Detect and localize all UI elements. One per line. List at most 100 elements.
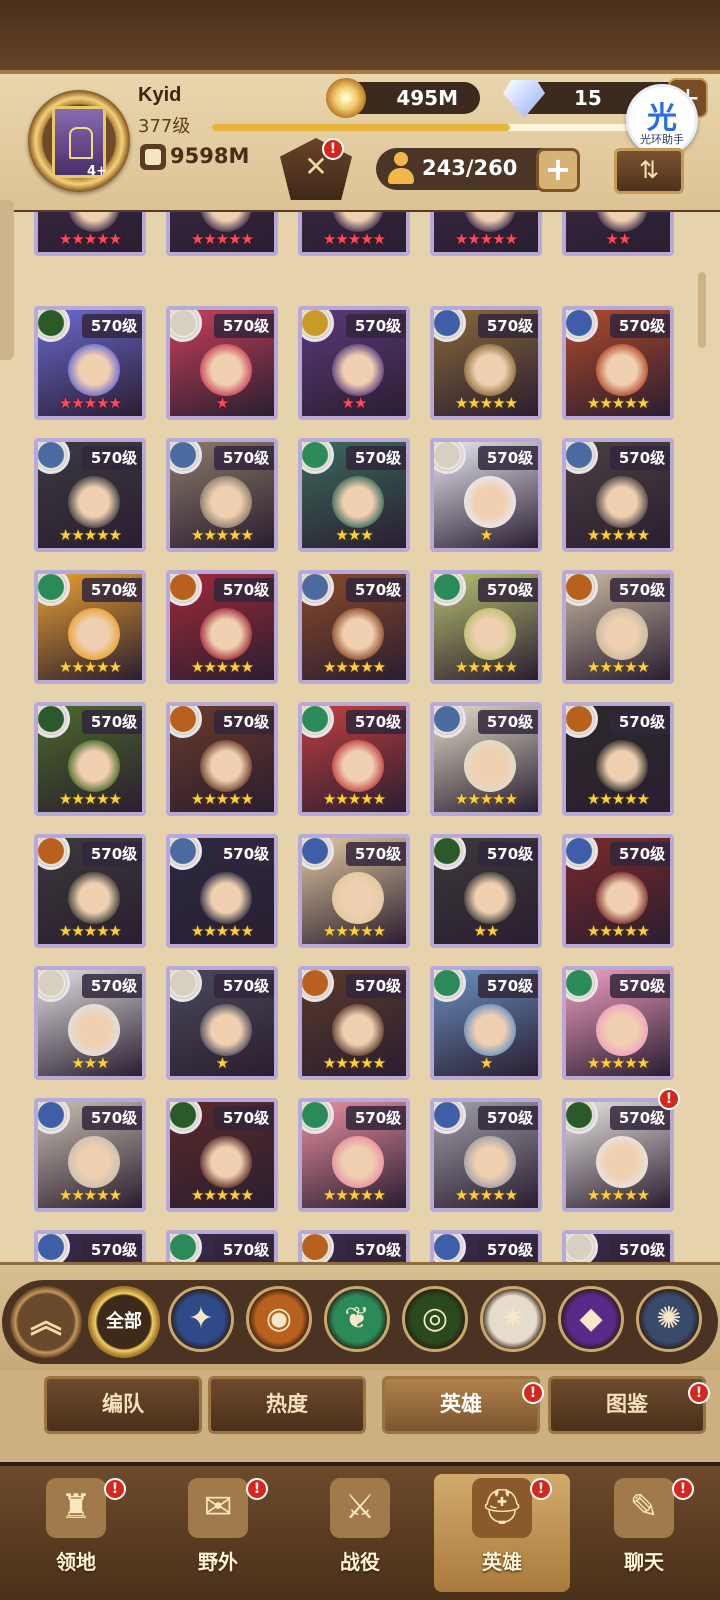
hero-card[interactable]: 570级 ★★★★★: [430, 1098, 542, 1212]
hero-stars: ★★★★★: [322, 1186, 386, 1204]
hero-card[interactable]: 570级 ★★★★★: [562, 1098, 674, 1212]
hero-level: 570级: [478, 1238, 538, 1262]
sort-button[interactable]: ⇅: [614, 148, 684, 194]
hero-level: 570级: [214, 446, 274, 470]
hero-stars: ★★★★★: [58, 394, 122, 412]
hero-stars: ★★★★★: [322, 230, 386, 248]
hero-face: [68, 344, 120, 396]
hero-card[interactable]: 570级 ★★★★★: [34, 306, 146, 420]
hero-card[interactable]: 570级 ★★★★★: [298, 966, 410, 1080]
hypogean-icon[interactable]: ◆: [558, 1286, 624, 1352]
hero-card[interactable]: 570级 ★★★★★: [430, 306, 542, 420]
hero-card[interactable]: 570级 ★★★★★: [430, 702, 542, 816]
mauler-icon[interactable]: ◉: [246, 1286, 312, 1352]
hero-level: 570级: [214, 710, 274, 734]
hero-helmet-icon: ⛑: [472, 1478, 532, 1538]
collapse-up-button[interactable]: ︽: [10, 1286, 82, 1358]
hero-card[interactable]: ★★: [562, 212, 674, 256]
hero-card[interactable]: 570级 ★★★★★: [562, 702, 674, 816]
hero-level: 570级: [82, 842, 142, 866]
subtab-1[interactable]: 热度: [208, 1376, 366, 1434]
hero-card[interactable]: 570级 ★★★★★: [166, 1098, 278, 1212]
campaign-icon: ⚔: [330, 1478, 390, 1538]
subtab-2[interactable]: 英雄: [382, 1376, 540, 1434]
hero-stars: ★★: [341, 394, 368, 412]
scrollbar-thumb[interactable]: [698, 272, 706, 348]
hero-card[interactable]: 570级 ★: [166, 966, 278, 1080]
hero-level: 570级: [346, 842, 406, 866]
hero-card[interactable]: 570级 ★★★★★: [562, 438, 674, 552]
hero-card[interactable]: ★★★★★: [34, 212, 146, 256]
hero-stars: ★★★★★: [454, 230, 518, 248]
hero-card[interactable]: 570级 ★★: [430, 834, 542, 948]
expand-capacity-button[interactable]: +: [536, 148, 580, 192]
dimensional-icon[interactable]: ✺: [636, 1286, 702, 1352]
lightbearer-star-icon[interactable]: ✦: [168, 1286, 234, 1352]
hero-level: 570级: [214, 314, 274, 338]
map-scroll-icon: ✉: [188, 1478, 248, 1538]
hero-card[interactable]: 570级 ★★★★★: [562, 570, 674, 684]
subtab-3[interactable]: 图鉴: [548, 1376, 706, 1434]
hero-level: 570级: [82, 314, 142, 338]
hero-card[interactable]: 570级 ★★★★★: [166, 438, 278, 552]
hero-card[interactable]: 570级 ★★★★★: [166, 834, 278, 948]
hero-level: 570级: [82, 578, 142, 602]
hero-card[interactable]: 570级 ★★★★★: [34, 834, 146, 948]
subtab-0[interactable]: 编队: [44, 1376, 202, 1434]
hero-level: 570级: [214, 842, 274, 866]
hero-card[interactable]: 570级 ★★★★★: [166, 702, 278, 816]
hero-stars: ★: [215, 1054, 229, 1072]
hero-face: [464, 344, 516, 396]
assistant-floating-button[interactable]: 光 光环助手: [626, 84, 698, 156]
hero-card[interactable]: ★★★★★: [166, 212, 278, 256]
hero-card[interactable]: 570级: [166, 1230, 278, 1262]
hero-level: 570级: [478, 314, 538, 338]
hero-card[interactable]: 570级 ★★★: [34, 966, 146, 1080]
hero-list[interactable]: ★★★★★ ★★★★★ ★★★★★ ★★★★★ ★★ 570级 ★★★★★ 570级 ★ 570级…: [0, 212, 720, 1262]
filter-all-button[interactable]: 全部: [88, 1286, 160, 1358]
hero-card[interactable]: 570级 ★: [430, 966, 542, 1080]
hero-card[interactable]: 570级 ★★★★★: [562, 966, 674, 1080]
hero-stars: ★★★★★: [58, 922, 122, 940]
hero-faction-icon: [170, 1234, 202, 1262]
hero-face: [68, 608, 120, 660]
hero-card[interactable]: 570级 ★★★★★: [166, 570, 278, 684]
hero-card[interactable]: 570级 ★★★★★: [34, 438, 146, 552]
celestial-icon[interactable]: ✷: [480, 1286, 546, 1352]
hero-stars: ★★★★★: [586, 922, 650, 940]
hero-stars: ★★★★★: [322, 922, 386, 940]
hero-card[interactable]: 570级 ★★★★★: [562, 834, 674, 948]
hero-card[interactable]: 570级: [562, 1230, 674, 1262]
hero-card[interactable]: 570级 ★★★★★: [430, 570, 542, 684]
hero-level: 570级: [610, 578, 670, 602]
alert-icon: !: [688, 1382, 710, 1404]
hero-face: [200, 476, 252, 528]
wilder-leaf-icon[interactable]: ❦: [324, 1286, 390, 1352]
hero-card[interactable]: 570级: [298, 1230, 410, 1262]
hero-face: [464, 1136, 516, 1188]
hero-card[interactable]: 570级: [430, 1230, 542, 1262]
hero-card[interactable]: 570级 ★★★★★: [34, 702, 146, 816]
hero-card[interactable]: 570级 ★★★★★: [298, 570, 410, 684]
graveborn-eye-icon[interactable]: ◎: [402, 1286, 468, 1352]
hero-card[interactable]: 570级 ★★★: [298, 438, 410, 552]
hero-card[interactable]: 570级 ★: [430, 438, 542, 552]
hero-card[interactable]: ★★★★★: [430, 212, 542, 256]
hero-face: [596, 608, 648, 660]
hero-level: 570级: [478, 710, 538, 734]
hero-card[interactable]: 570级 ★★★★★: [34, 1098, 146, 1212]
hero-level: 570级: [82, 1238, 142, 1262]
hero-card[interactable]: 570级 ★★★★★: [298, 834, 410, 948]
hero-card[interactable]: 570级 ★★★★★: [298, 1098, 410, 1212]
hero-card[interactable]: 570级 ★★★★★: [562, 306, 674, 420]
hero-card[interactable]: ★★★★★: [298, 212, 410, 256]
hero-face: [596, 740, 648, 792]
hero-card[interactable]: 570级 ★★★★★: [34, 570, 146, 684]
hero-level: 570级: [346, 578, 406, 602]
hero-card[interactable]: 570级: [34, 1230, 146, 1262]
hero-stars: ★★★★★: [454, 394, 518, 412]
hero-card[interactable]: 570级 ★★: [298, 306, 410, 420]
hero-card[interactable]: 570级 ★: [166, 306, 278, 420]
hero-card[interactable]: 570级 ★★★★★: [298, 702, 410, 816]
nav-item-2[interactable]: ⚔ 战役: [292, 1474, 428, 1592]
